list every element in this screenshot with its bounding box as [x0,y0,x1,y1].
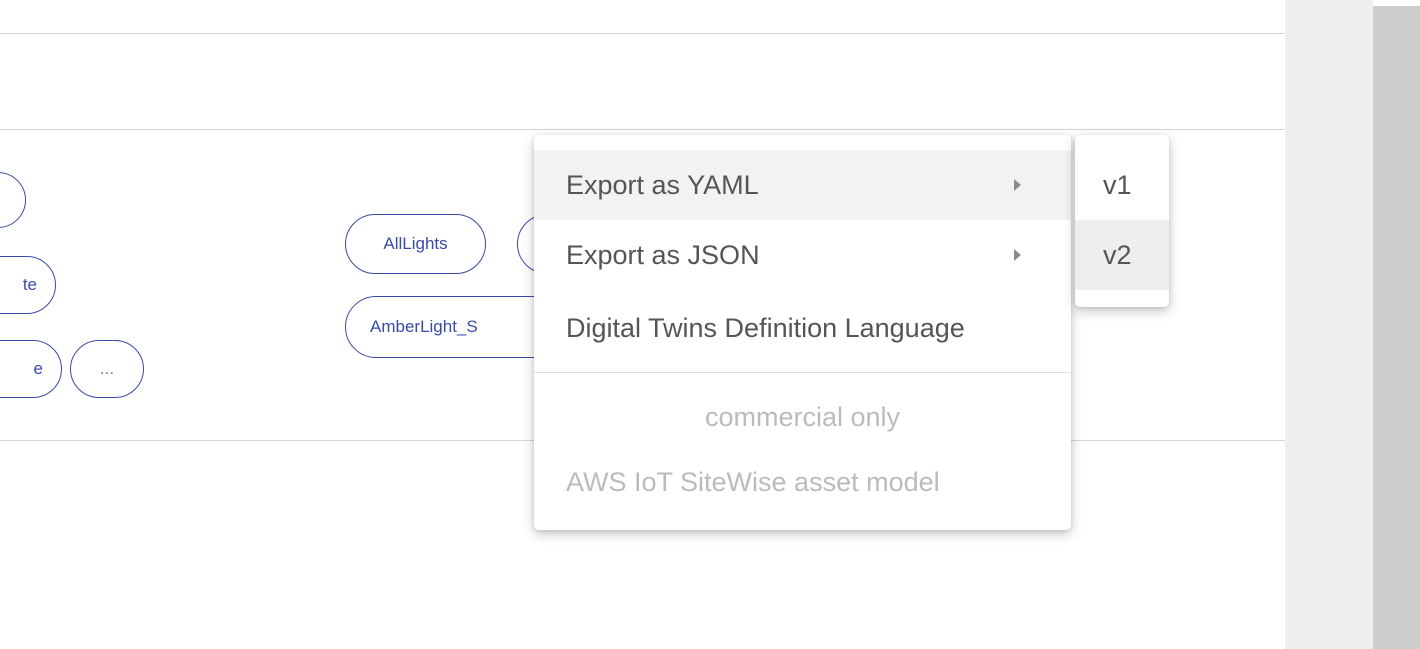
chip-alllights[interactable]: AllLights [345,214,486,274]
chip-label: AllLights [383,234,448,253]
submenu-item-label: v2 [1103,239,1132,270]
menu-item-label: AWS IoT SiteWise asset model [566,466,940,497]
vertical-scrollbar[interactable] [1373,0,1420,649]
menu-separator [534,372,1071,373]
submenu-item-label: v1 [1103,169,1132,200]
right-gutter [1285,0,1373,649]
scrollbar-track-top [1373,0,1420,6]
menu-item-dtdl[interactable]: Digital Twins Definition Language [534,293,1071,363]
export-version-submenu: v1 v2 [1075,135,1169,307]
section-label: commercial only [704,401,901,432]
chip-clipped-row1[interactable] [0,172,26,228]
menu-item-export-json[interactable]: Export as JSON [534,220,1071,290]
chip-clipped-row2[interactable]: te [0,256,56,314]
divider-middle [0,129,1285,130]
submenu-item-v1[interactable]: v1 [1075,150,1169,220]
page: te e ... AllLights AmberLight_S Export a… [0,0,1420,649]
menu-item-aws-sitewise: AWS IoT SiteWise asset model [534,447,1071,517]
chip-label: e [33,359,43,378]
chip-clipped-row3[interactable]: e [0,340,62,398]
menu-item-export-yaml[interactable]: Export as YAML [534,150,1071,220]
menu-item-label: Export as YAML [566,169,759,200]
menu-item-label: Export as JSON [566,239,760,270]
chip-amberlight[interactable]: AmberLight_S [345,296,565,358]
menu-section-label: commercial only [534,382,1071,452]
chip-more-label: ... [99,359,115,378]
menu-item-label: Digital Twins Definition Language [566,312,965,343]
chip-more[interactable]: ... [70,340,144,398]
chevron-right-icon [1014,249,1021,261]
submenu-item-v2[interactable]: v2 [1075,220,1169,290]
chip-label: te [22,275,37,294]
chevron-right-icon [1014,179,1021,191]
chip-label: AmberLight_S [370,317,478,336]
export-context-menu: Export as YAML Export as JSON Digital Tw… [534,135,1071,530]
divider-top [0,33,1285,34]
